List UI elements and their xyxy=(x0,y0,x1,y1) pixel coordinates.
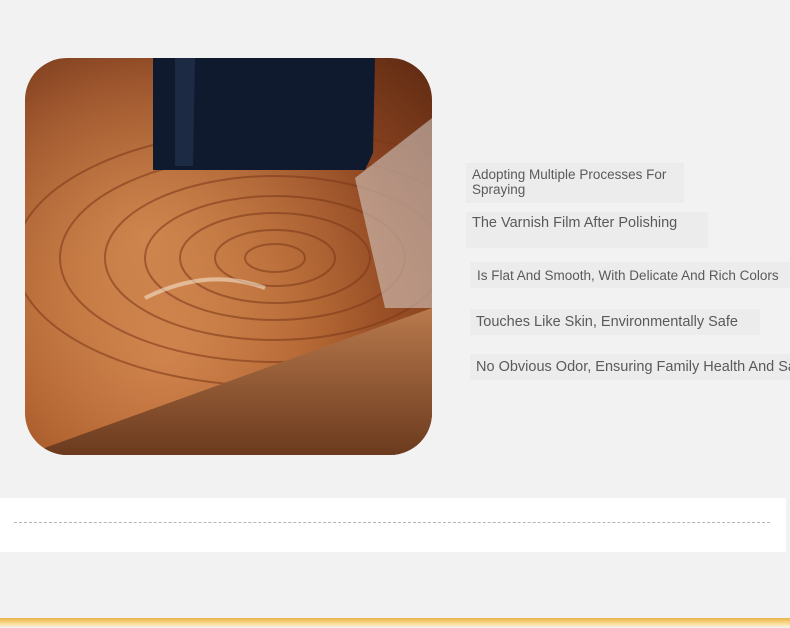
caption-no-odor: No Obvious Odor, Ensuring Family Health … xyxy=(476,359,790,375)
bottom-accent-band xyxy=(0,618,790,628)
caption-flat-smooth: Is Flat And Smooth, With Delicate And Ri… xyxy=(477,268,779,283)
varnished-wood-photo xyxy=(25,58,432,455)
caption-varnish-film: The Varnish Film After Polishing xyxy=(472,215,678,231)
divider-panel xyxy=(0,498,786,552)
wood-grain-illustration xyxy=(25,58,432,455)
caption-touch-skin: Touches Like Skin, Environmentally Safe xyxy=(476,314,738,330)
dashed-divider xyxy=(14,522,770,523)
caption-spraying: Adopting Multiple Processes For Spraying xyxy=(472,167,667,197)
